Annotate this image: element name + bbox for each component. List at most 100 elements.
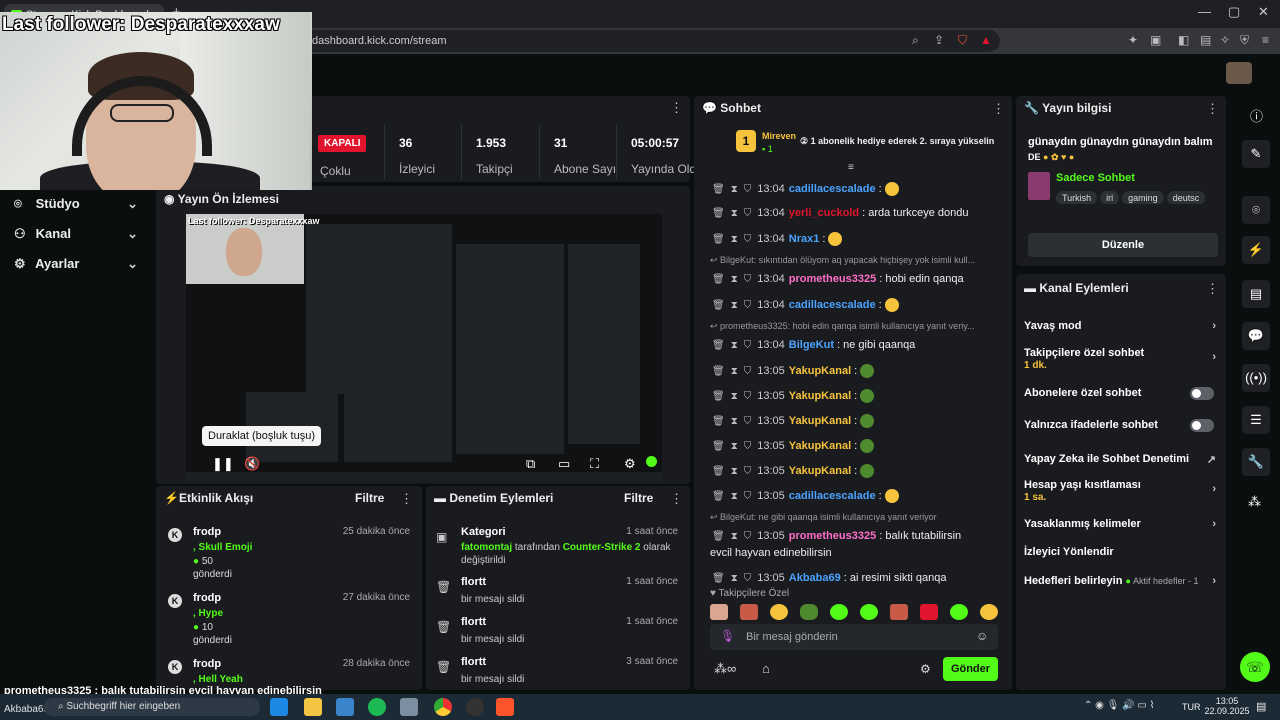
share-icon[interactable]: ⇪	[934, 33, 944, 47]
chat-message[interactable]: 🗑 ⧗ ⛉ 13:04 prometheus3325: hobi edin qanqa	[712, 273, 1002, 291]
extensions-icon[interactable]: ✦	[1128, 33, 1138, 47]
points-icon[interactable]: ⁂∞	[714, 661, 736, 677]
moderation-filter-button[interactable]: Filtre	[624, 491, 653, 505]
chat-more-icon[interactable]: ⋮	[992, 101, 1005, 117]
edge-icon[interactable]	[270, 698, 288, 716]
account-age-row[interactable]: Hesap yaşı kısıtlaması 1 sa. ›	[1024, 479, 1220, 507]
ai-moderation-row[interactable]: Yapay Zeka ile Sohbet Denetimi ↗	[1024, 453, 1220, 469]
ban-icon[interactable]: ⛉	[744, 416, 752, 427]
ban-icon[interactable]: ⛉	[744, 274, 752, 285]
settings-icon[interactable]: ⚙	[624, 456, 636, 472]
chat-message[interactable]: 🗑 ⧗ ⛉ 13:05 YakupKanal:	[712, 364, 1002, 382]
edit-rail-icon[interactable]: ✎	[1242, 140, 1270, 168]
subs-only-toggle[interactable]	[1190, 387, 1214, 400]
store-icon[interactable]: ⌂	[762, 661, 770, 676]
language-indicator[interactable]: TUR	[1182, 702, 1201, 712]
tab-search-icon[interactable]: ▣	[1150, 33, 1161, 47]
nav-item-settings[interactable]: ⚙ Ayarlar ⌄	[14, 256, 144, 280]
message-user[interactable]: YakupKanal	[789, 390, 851, 402]
emote-bar[interactable]	[710, 604, 1000, 622]
info-icon[interactable]: ⓘ	[1250, 106, 1263, 125]
message-user[interactable]: YakupKanal	[789, 465, 851, 477]
chat-message[interactable]: 🗑 ⧗ ⛉ 13:05 cadillacescalade:	[712, 489, 1002, 507]
emote-icon[interactable]	[920, 604, 938, 620]
message-user[interactable]: prometheus3325	[789, 273, 876, 285]
sidebar-icon[interactable]: ◧	[1178, 33, 1189, 47]
ban-icon[interactable]: ⛉	[744, 441, 752, 452]
chat-message[interactable]: 🗑 ⧗ ⛉ 13:04 BilgeKut: ne gibi qaanqa	[712, 339, 1002, 357]
emote-icon[interactable]	[830, 604, 848, 620]
emote-only-row[interactable]: Yalnızca ifadelerle sohbet	[1024, 419, 1220, 435]
notifications-icon[interactable]: ▤	[1256, 700, 1266, 713]
wrench-rail-icon[interactable]: 🔧	[1242, 448, 1270, 476]
ban-icon[interactable]: ⛉	[744, 531, 752, 542]
chat-message[interactable]: 🗑 ⧗ ⛉ 13:05 prometheus3325: balık tutabilirs…	[712, 530, 1002, 548]
message-user[interactable]: yerli_cuckold	[789, 207, 859, 219]
followers-only-row[interactable]: Takipçilere özel sohbet 1 dk. ›	[1024, 347, 1220, 375]
preview-rail-icon[interactable]: ⌾	[1242, 196, 1270, 224]
trash-icon[interactable]: 🗑	[712, 184, 725, 195]
chrome-icon[interactable]	[434, 698, 452, 716]
chat-message[interactable]: 🗑 ⧗ ⛉ 13:05 YakupKanal:	[712, 389, 1002, 407]
chat-input[interactable]: Bir mesaj gönderin	[746, 631, 838, 643]
emote-icon[interactable]	[950, 604, 968, 620]
pip-icon[interactable]: ⧉	[526, 456, 535, 472]
message-user[interactable]: prometheus3325	[789, 530, 876, 542]
theater-icon[interactable]: ▭	[558, 456, 570, 472]
subs-only-row[interactable]: Abonelere özel sohbet	[1024, 387, 1220, 403]
community-icon[interactable]: ⁂	[1248, 494, 1261, 510]
trash-icon[interactable]: 🗑	[712, 416, 725, 427]
message-user[interactable]: YakupKanal	[789, 440, 851, 452]
category-name[interactable]: Sadece Sohbet	[1056, 172, 1135, 184]
leo-icon[interactable]: ✧	[1220, 33, 1230, 47]
trash-icon[interactable]: 🗑	[712, 340, 725, 351]
ban-icon[interactable]: ⛉	[744, 391, 752, 402]
emote-icon[interactable]	[890, 604, 908, 620]
trash-icon[interactable]: 🗑	[712, 441, 725, 452]
support-icon[interactable]: ☏	[1240, 652, 1270, 682]
timeout-icon[interactable]: ⧗	[731, 416, 738, 427]
trash-icon[interactable]: 🗑	[712, 274, 725, 285]
emote-icon[interactable]	[980, 604, 998, 620]
timeout-icon[interactable]: ⧗	[731, 441, 738, 452]
chat-message[interactable]: 🗑 ⧗ ⛉ 13:04 yerli_cuckold: arda turkceye don…	[712, 207, 1002, 225]
channel-actions-more-icon[interactable]: ⋮	[1206, 281, 1219, 297]
taskbar-search[interactable]: ⌕ Suchbegriff hier eingeben	[44, 698, 260, 716]
maximize-icon[interactable]: ▢	[1228, 4, 1240, 20]
chat-input-box[interactable]: 🎙 Bir mesaj gönderin ☺	[710, 624, 998, 650]
message-user[interactable]: Nrax1	[789, 233, 820, 245]
emote-icon[interactable]	[740, 604, 758, 620]
raid-row[interactable]: İzleyici Yönlendir	[1024, 546, 1220, 562]
ban-icon[interactable]: ⛉	[744, 340, 752, 351]
mute-icon[interactable]: 🔇	[244, 456, 260, 472]
stats-more-icon[interactable]: ⋮	[670, 100, 683, 116]
pause-icon[interactable]: ❚❚	[212, 456, 234, 472]
ban-icon[interactable]: ⛉	[744, 573, 752, 584]
brave-shield-icon[interactable]: ⛉	[958, 33, 967, 48]
activity-filter-button[interactable]: Filtre	[355, 491, 384, 505]
trash-icon[interactable]: 🗑	[712, 391, 725, 402]
trash-icon[interactable]: 🗑	[712, 300, 725, 311]
edit-button[interactable]: Düzenle	[1028, 233, 1218, 257]
broadcast-rail-icon[interactable]: ((•))	[1242, 364, 1270, 392]
timeout-icon[interactable]: ⧗	[731, 573, 738, 584]
stream-info-more-icon[interactable]: ⋮	[1206, 101, 1219, 117]
ban-icon[interactable]: ⛉	[744, 366, 752, 377]
timeout-icon[interactable]: ⧗	[731, 274, 738, 285]
message-user[interactable]: cadillacescalade	[789, 183, 876, 195]
notes-rail-icon[interactable]: ▤	[1242, 280, 1270, 308]
nav-item-studio[interactable]: ⌾ Stüdyo ⌄	[14, 196, 144, 220]
spotify-icon[interactable]	[368, 698, 386, 716]
close-icon[interactable]: ✕	[1258, 4, 1269, 20]
slow-mode-row[interactable]: Yavaş mod ›	[1024, 320, 1220, 336]
timeout-icon[interactable]: ⧗	[731, 466, 738, 477]
moderation-more-icon[interactable]: ⋮	[670, 491, 683, 507]
brave-icon[interactable]	[496, 698, 514, 716]
menu-icon[interactable]: ≡	[1262, 33, 1269, 47]
message-user[interactable]: YakupKanal	[789, 365, 851, 377]
vpn-icon[interactable]: ⛨	[1240, 33, 1249, 48]
ban-icon[interactable]: ⛉	[744, 184, 752, 195]
emote-icon[interactable]	[800, 604, 818, 620]
fullscreen-icon[interactable]: ⛶	[590, 456, 599, 472]
ban-icon[interactable]: ⛉	[744, 466, 752, 477]
